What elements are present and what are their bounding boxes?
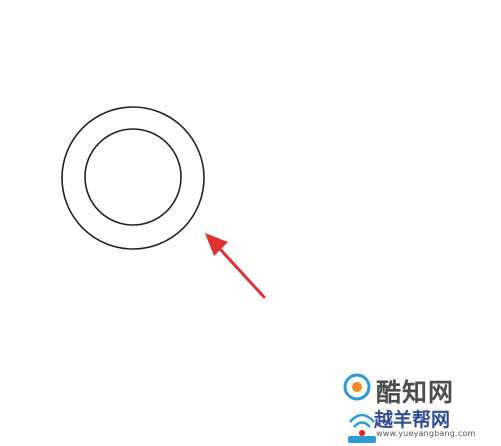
pointer-arrow	[205, 233, 266, 299]
inner-circle	[84, 128, 182, 226]
watermark-logo-icon	[343, 373, 371, 401]
watermark-wifi-icon	[348, 413, 376, 443]
watermark-text-secondary: 越羊帮网	[374, 409, 451, 431]
arrow-shaft	[218, 247, 266, 299]
watermark-text-primary: 酷知网	[376, 378, 455, 407]
watermark-url: www.yueyangbang.com	[376, 429, 476, 438]
